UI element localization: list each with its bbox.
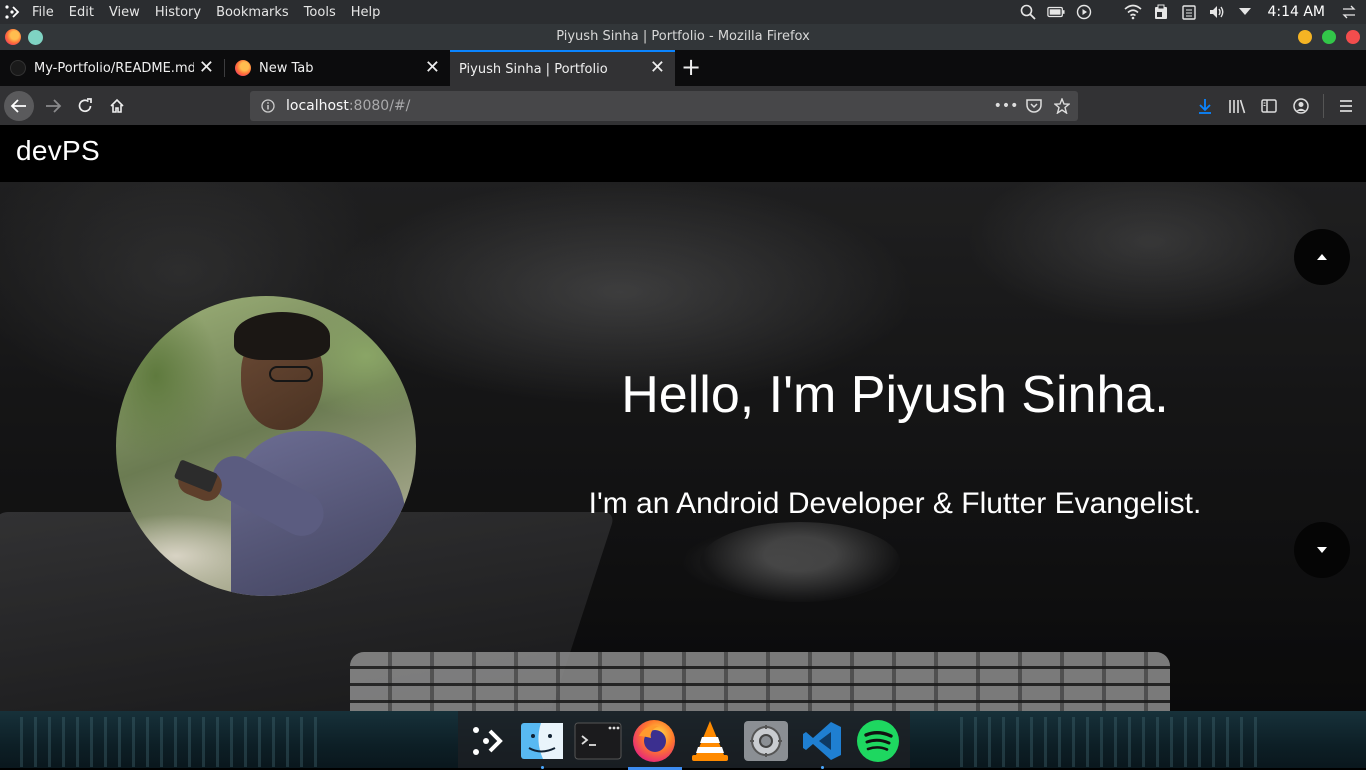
battery-icon[interactable] [1047,3,1066,21]
minimize-button[interactable] [1298,30,1312,44]
launchpad-icon [473,727,503,755]
toolbar-separator [1323,94,1324,118]
system-clock[interactable]: 4:14 AM [1267,4,1325,20]
profile-photo [116,296,416,596]
forward-icon [46,99,62,113]
settings-icon [744,721,788,761]
pocket-icon[interactable] [1024,96,1044,116]
terminal-icon [574,722,622,760]
home-button[interactable] [102,91,132,121]
dock-firefox[interactable] [628,719,682,770]
toolbar-right [1189,92,1366,120]
dock-settings[interactable] [742,719,790,763]
clipboard-icon[interactable] [1152,3,1170,21]
vlc-icon [692,721,728,761]
maximize-button[interactable] [1322,30,1336,44]
dock-launchpad[interactable] [462,719,510,763]
tab-label: Piyush Sinha | Portfolio [459,61,608,77]
photo-hair [234,312,330,360]
window-title-bar: Piyush Sinha | Portfolio - Mozilla Firef… [0,24,1366,50]
back-button[interactable] [4,91,34,121]
app-dock [458,711,910,770]
url-host: localhost [286,98,349,114]
site-navbar: devPS [0,125,1366,182]
tab-label: My-Portfolio/README.md · [34,60,194,76]
back-icon [10,99,26,113]
hero-section: Hello, I'm Piyush Sinha. I'm an Android … [0,182,1366,711]
system-top-bar: File Edit View History Bookmarks Tools H… [0,0,1366,24]
close-tab-icon[interactable]: ✕ [425,59,440,77]
account-icon[interactable] [1291,96,1311,116]
app-menu-bar: File Edit View History Bookmarks Tools H… [32,5,395,20]
volume-icon[interactable] [1208,3,1226,21]
tab-portfolio[interactable]: Piyush Sinha | Portfolio ✕ [450,50,675,86]
scroll-up-button[interactable] [1294,229,1350,285]
reload-button[interactable] [70,91,100,121]
caret-up-icon [1317,254,1327,260]
hero-subtitle: I'm an Android Developer & Flutter Evang… [588,487,1202,520]
menu-help[interactable]: Help [351,5,381,20]
page-actions: ••• [988,96,1072,116]
hero-title: Hello, I'm Piyush Sinha. [621,366,1169,424]
home-icon [110,98,124,113]
dock-spotify[interactable] [854,719,902,763]
bookmark-star-icon[interactable] [1052,96,1072,116]
vscode-icon [803,722,841,760]
menu-edit[interactable]: Edit [69,5,94,20]
dock-terminal[interactable] [574,719,622,763]
dock-vscode[interactable] [798,719,846,769]
switch-user-icon[interactable] [1340,3,1358,21]
app-launcher-icon[interactable] [0,0,24,24]
close-tab-icon[interactable]: ✕ [199,59,214,77]
tab-new-tab[interactable]: New Tab ✕ [225,50,450,86]
chevron-down-icon[interactable] [1236,3,1254,21]
menu-history[interactable]: History [155,5,201,20]
github-icon [10,60,26,76]
menu-tools[interactable]: Tools [304,5,336,20]
dock-finder[interactable] [518,719,566,769]
tab-readme[interactable]: My-Portfolio/README.md · ✕ [0,50,224,86]
wallpaper-rack [20,717,320,767]
system-tray: 4:14 AM [1014,0,1366,24]
wallpaper-rack [960,717,1260,767]
window-title: Piyush Sinha | Portfolio - Mozilla Firef… [556,29,810,44]
forward-button[interactable] [38,91,68,121]
url-path: :8080/#/ [348,98,411,114]
tab-label: New Tab [259,60,314,76]
navigation-toolbar: localhost:8080/#/ ••• [0,86,1366,125]
spotify-icon [857,720,899,762]
close-window-button[interactable] [1346,30,1360,44]
download-icon[interactable] [1195,96,1215,116]
photo-glasses [269,366,313,382]
notes-icon[interactable] [1180,3,1198,21]
firefox-icon [633,720,675,762]
library-icon[interactable] [1227,96,1247,116]
new-tab-button[interactable]: + [680,55,702,81]
finder-icon [521,723,563,759]
search-icon[interactable] [1019,3,1037,21]
caret-down-icon [1317,547,1327,553]
hamburger-menu-icon[interactable] [1336,96,1356,116]
url-text[interactable]: localhost:8080/#/ [286,98,410,114]
menu-bookmarks[interactable]: Bookmarks [216,5,289,20]
site-info-icon[interactable] [260,98,276,114]
media-play-icon[interactable] [1075,3,1093,21]
url-bar[interactable]: localhost:8080/#/ ••• [250,91,1078,121]
tab-strip: My-Portfolio/README.md · ✕ New Tab ✕ Piy… [0,50,1366,86]
reload-icon [78,98,92,113]
sidebar-icon[interactable] [1259,96,1279,116]
scroll-down-button[interactable] [1294,522,1350,578]
menu-file[interactable]: File [32,5,54,20]
menu-view[interactable]: View [109,5,140,20]
page-actions-icon[interactable]: ••• [994,96,1019,116]
firefox-icon [235,60,251,76]
site-brand[interactable]: devPS [16,135,100,167]
wifi-icon[interactable] [1124,3,1142,21]
dock-vlc[interactable] [686,719,734,763]
close-tab-icon[interactable]: ✕ [650,59,665,77]
web-page: devPS Hello, I'm Piyush Sinha. I'm an An… [0,125,1366,711]
